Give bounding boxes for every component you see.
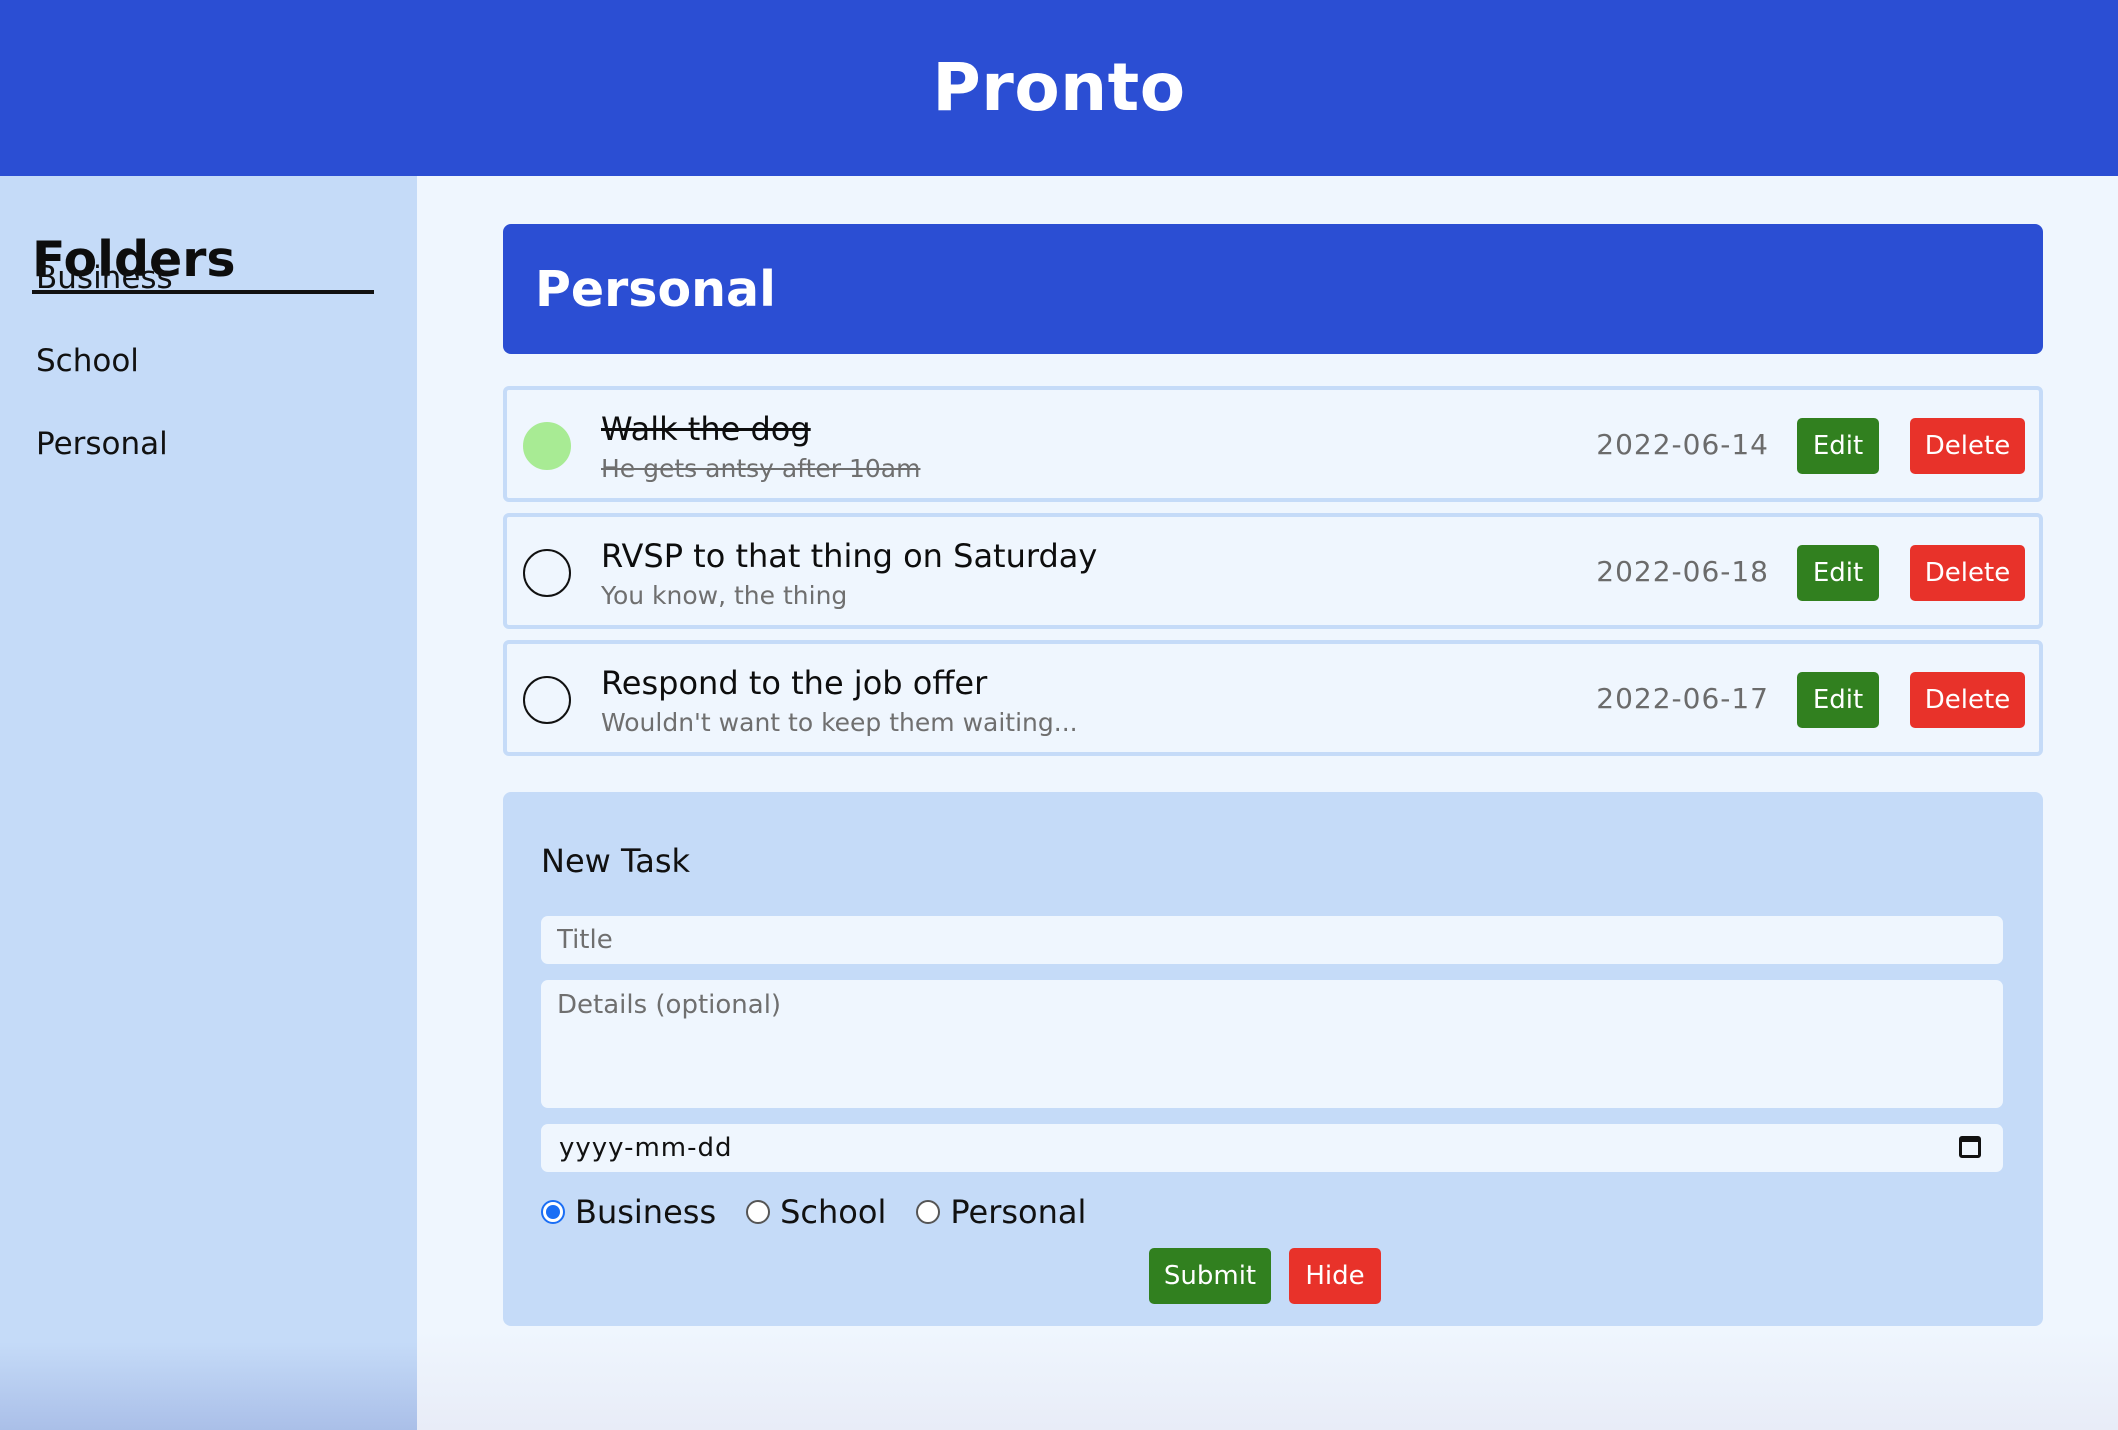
calendar-icon[interactable]	[1959, 1136, 1981, 1158]
folder-radio-group: Business School Personal	[541, 1190, 1116, 1234]
main-content: Personal Walk the dog He gets antsy afte…	[417, 176, 2118, 1430]
details-input[interactable]	[541, 980, 2003, 1108]
sidebar-item-school[interactable]: School	[36, 343, 139, 379]
date-input[interactable]: yyyy-mm-dd	[541, 1124, 2003, 1172]
task-details: Wouldn't want to keep them waiting...	[601, 708, 1078, 737]
title-input[interactable]	[541, 916, 2003, 964]
task-title: RVSP to that thing on Saturday	[601, 537, 1098, 575]
task-details: You know, the thing	[601, 581, 848, 610]
task-title: Respond to the job offer	[601, 664, 988, 702]
radio-option-personal[interactable]: Personal	[916, 1193, 1086, 1231]
delete-button[interactable]: Delete	[1910, 418, 2025, 474]
radio-option-school[interactable]: School	[746, 1193, 886, 1231]
sidebar-item-personal[interactable]: Personal	[36, 426, 168, 462]
sidebar-item-business[interactable]: Business	[36, 260, 173, 296]
task-complete-toggle[interactable]	[523, 422, 571, 470]
edit-button[interactable]: Edit	[1797, 418, 1879, 474]
date-placeholder: yyyy-mm-dd	[559, 1133, 733, 1163]
task-complete-toggle[interactable]	[523, 549, 571, 597]
delete-button[interactable]: Delete	[1910, 545, 2025, 601]
radio-button[interactable]	[916, 1200, 941, 1224]
sidebar: Folders Business School Personal	[0, 176, 417, 1430]
task-item: Respond to the job offer Wouldn't want t…	[503, 640, 2043, 756]
task-date: 2022-06-17	[1596, 682, 1769, 715]
app-title: Pronto	[932, 48, 1186, 126]
radio-button[interactable]	[541, 1200, 565, 1224]
radio-label: Business	[575, 1193, 717, 1231]
radio-option-business[interactable]: Business	[541, 1193, 716, 1231]
new-task-heading: New Task	[541, 842, 691, 880]
task-complete-toggle[interactable]	[523, 676, 571, 724]
edit-button[interactable]: Edit	[1797, 545, 1879, 601]
hide-button[interactable]: Hide	[1289, 1248, 1381, 1304]
radio-label: School	[780, 1193, 887, 1231]
folder-title: Personal	[535, 260, 776, 318]
edit-button[interactable]: Edit	[1797, 672, 1879, 728]
new-task-form: New Task yyyy-mm-dd Business School Pers…	[503, 792, 2043, 1326]
app-header: Pronto	[0, 0, 2118, 176]
task-item: Walk the dog He gets antsy after 10am 20…	[503, 386, 2043, 502]
task-title: Walk the dog	[601, 410, 811, 448]
task-date: 2022-06-14	[1596, 428, 1769, 461]
submit-button[interactable]: Submit	[1149, 1248, 1271, 1304]
task-details: He gets antsy after 10am	[601, 454, 921, 483]
delete-button[interactable]: Delete	[1910, 672, 2025, 728]
radio-button[interactable]	[746, 1200, 771, 1224]
task-date: 2022-06-18	[1596, 555, 1769, 588]
task-item: RVSP to that thing on Saturday You know,…	[503, 513, 2043, 629]
folder-banner: Personal	[503, 224, 2043, 354]
radio-label: Personal	[950, 1193, 1087, 1231]
